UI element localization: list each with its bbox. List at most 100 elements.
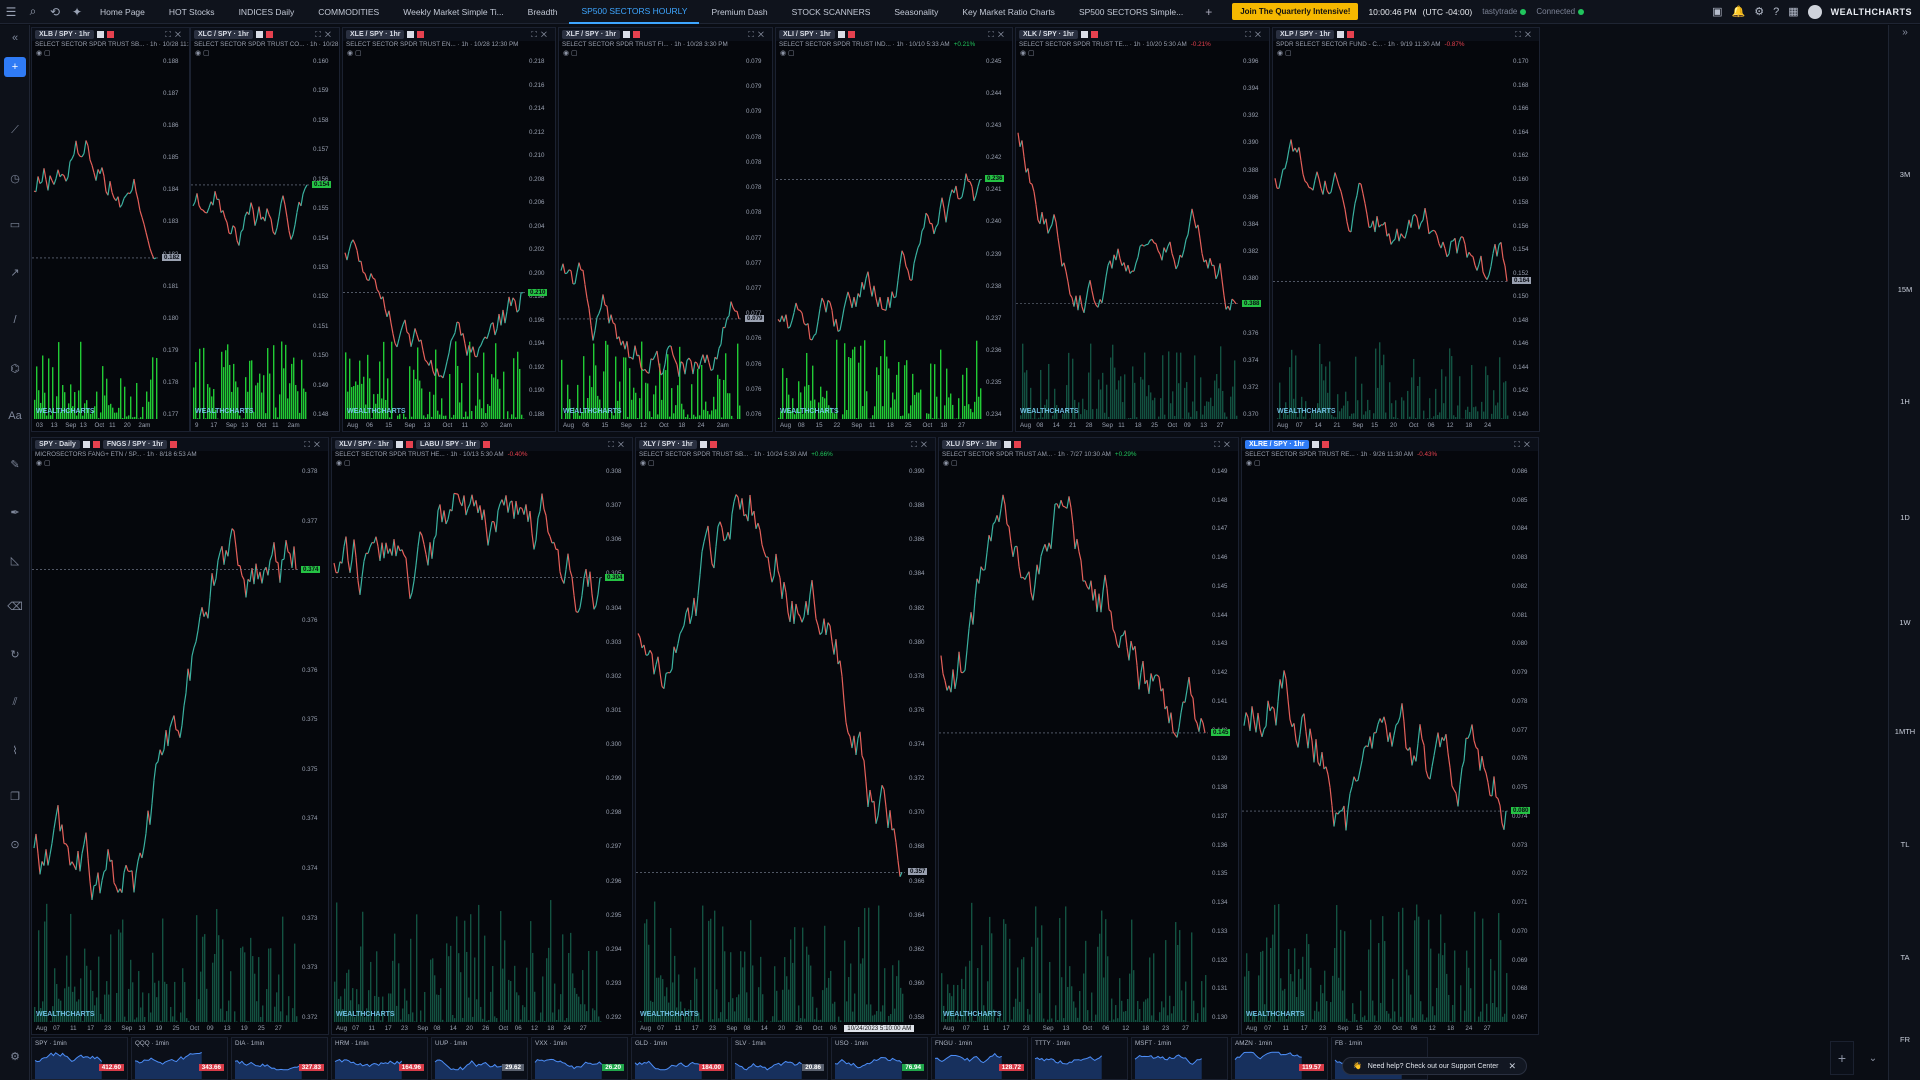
close-icon[interactable]: ✕ bbox=[1508, 1061, 1516, 1072]
chart-pane[interactable]: XLV / SPY · 1hr LABU / SPY · 1hr ⛶✕ SELECT … bbox=[331, 437, 633, 1035]
volume-bar bbox=[419, 380, 421, 419]
calendar-tool-icon[interactable]: ▭ bbox=[0, 213, 30, 235]
add-card-button[interactable]: + bbox=[1830, 1041, 1854, 1075]
price-plot[interactable] bbox=[332, 438, 633, 1035]
watchlist-card[interactable]: MSFT · 1min bbox=[1131, 1037, 1228, 1080]
rotate-tool-icon[interactable]: ↻ bbox=[0, 643, 30, 665]
tab-sp500-sectors-simple[interactable]: SP500 SECTORS Simple... bbox=[1067, 0, 1195, 24]
tab-premium-dash[interactable]: Premium Dash bbox=[699, 0, 779, 24]
grid-icon[interactable]: ▦ bbox=[1788, 5, 1798, 18]
timeframe-fr[interactable]: FR bbox=[1889, 1035, 1920, 1044]
price-segment bbox=[1180, 701, 1184, 714]
price-plot[interactable] bbox=[1242, 438, 1539, 1035]
price-plot[interactable] bbox=[559, 28, 773, 432]
copy-tool-icon[interactable]: ❐ bbox=[0, 785, 30, 807]
chart-pane[interactable]: XLRE / SPY · 1hr ⛶✕ SELECT SECTOR SPDR TRU… bbox=[1241, 437, 1539, 1035]
chart-pane[interactable]: XLY / SPY · 1hr ⛶✕ SELECT SECTOR SPDR TRUS… bbox=[635, 437, 936, 1035]
volume-bar bbox=[1216, 374, 1218, 419]
layout-icon[interactable]: ▣ bbox=[1712, 5, 1722, 18]
settings-tool-icon[interactable]: ⚙ bbox=[0, 1045, 30, 1067]
shape-tool-icon[interactable]: ⌬ bbox=[0, 357, 30, 379]
tab-sp500-sectors-hourly[interactable]: SP500 SECTORS HOURLY bbox=[569, 0, 700, 24]
eraser-tool-icon[interactable]: ⌫ bbox=[0, 595, 30, 617]
tab-indices-daily[interactable]: INDICES Daily bbox=[227, 0, 307, 24]
ai-icon[interactable]: ✦ bbox=[66, 0, 88, 24]
tab-key-market-ratio-charts[interactable]: Key Market Ratio Charts bbox=[950, 0, 1067, 24]
watchlist-card[interactable]: VXX · 1min 26.20 bbox=[531, 1037, 628, 1080]
chevron-down-icon[interactable]: ⌄ bbox=[1862, 1041, 1884, 1075]
history-icon[interactable]: ⟲ bbox=[44, 0, 66, 24]
add-chart-button[interactable]: + bbox=[4, 57, 26, 77]
chart-pane[interactable]: XLE / SPY · 1hr ⛶✕ SELECT SECTOR SPDR TRUS… bbox=[342, 27, 556, 432]
trendline-tool-icon[interactable]: ⟋ bbox=[0, 119, 30, 141]
timezone[interactable]: (UTC -04:00) bbox=[1423, 7, 1473, 17]
chart-pane[interactable]: XLU / SPY · 1hr ⛶✕ SELECT SECTOR SPDR TRUS… bbox=[938, 437, 1239, 1035]
line-tool-icon[interactable]: / bbox=[0, 309, 30, 331]
collapse-icon[interactable]: « bbox=[0, 27, 30, 49]
add-tab-button[interactable]: + bbox=[1195, 5, 1222, 19]
text-tool-icon[interactable]: Aa bbox=[0, 405, 30, 427]
watchlist-card[interactable]: TTTY · 1min bbox=[1031, 1037, 1128, 1080]
magnet-tool-icon[interactable]: ⊙ bbox=[0, 833, 30, 855]
watchlist-card[interactable]: SLV · 1min 20.86 bbox=[731, 1037, 828, 1080]
price-plot[interactable] bbox=[1273, 28, 1540, 432]
broker-status[interactable]: tastytrade bbox=[1482, 7, 1527, 16]
clock-tool-icon[interactable]: ◷ bbox=[0, 167, 30, 189]
timeframe-ta[interactable]: TA bbox=[1889, 953, 1920, 962]
bell-icon[interactable]: 🔔 bbox=[1732, 5, 1746, 18]
watchlist-card[interactable]: DIA · 1min 327.83 bbox=[231, 1037, 328, 1080]
tab-breadth[interactable]: Breadth bbox=[516, 0, 570, 24]
price-segment bbox=[221, 546, 225, 565]
watchlist-card[interactable]: HRM · 1min 164.96 bbox=[331, 1037, 428, 1080]
watchlist-card[interactable]: GLD · 1min 184.00 bbox=[631, 1037, 728, 1080]
chart-tool-icon[interactable]: ⫽ bbox=[0, 691, 30, 713]
price-plot[interactable] bbox=[636, 438, 936, 1035]
chart-pane[interactable]: XLI / SPY · 1hr ⛶✕ SELECT SECTOR SPDR TRUS… bbox=[775, 27, 1013, 432]
tab-hot-stocks[interactable]: HOT Stocks bbox=[157, 0, 227, 24]
price-plot[interactable] bbox=[343, 28, 556, 432]
tab-seasonality[interactable]: Seasonality bbox=[882, 0, 950, 24]
chart-pane[interactable]: XLB / SPY · 1hr ⛶✕ SELECT SECTOR SPDR TRUS… bbox=[31, 27, 190, 432]
ruler-tool-icon[interactable]: ◺ bbox=[0, 549, 30, 571]
watchlist-card[interactable]: UUP · 1min 29.62 bbox=[431, 1037, 528, 1080]
chart-pane[interactable]: XLP / SPY · 1hr ⛶✕ SPDR SELECT SECTOR FUND… bbox=[1272, 27, 1540, 432]
price-plot[interactable] bbox=[939, 438, 1239, 1035]
tab-home-page[interactable]: Home Page bbox=[88, 0, 157, 24]
ray-tool-icon[interactable]: ↗ bbox=[0, 261, 30, 283]
help-icon[interactable]: ? bbox=[1773, 6, 1779, 18]
timeframe-1d[interactable]: 1D bbox=[1889, 513, 1920, 522]
timeframe-tl[interactable]: TL bbox=[1889, 840, 1920, 849]
pen-tool-icon[interactable]: ✒ bbox=[0, 501, 30, 523]
support-toast[interactable]: 👋 Need help? Check out our Support Cente… bbox=[1342, 1057, 1528, 1075]
price-plot[interactable] bbox=[776, 28, 1013, 432]
timeframe-15m[interactable]: 15M bbox=[1889, 285, 1920, 294]
chart-pane[interactable]: XLK / SPY · 1hr ⛶✕ SELECT SECTOR SPDR TRUS… bbox=[1015, 27, 1270, 432]
watchlist-card[interactable]: SPY · 1min 412.60 bbox=[31, 1037, 128, 1080]
price-plot[interactable] bbox=[32, 28, 190, 432]
expand-icon[interactable]: » bbox=[1889, 27, 1920, 38]
timeframe-1h[interactable]: 1H bbox=[1889, 397, 1920, 406]
pattern-tool-icon[interactable]: ⌇ bbox=[0, 739, 30, 761]
chart-pane[interactable]: XLC / SPY · 1hr ⛶✕ SELECT SECTOR SPDR TRUS… bbox=[190, 27, 340, 432]
timeframe-3m[interactable]: 3M bbox=[1889, 170, 1920, 179]
tab-commodities[interactable]: COMMODITIES bbox=[306, 0, 391, 24]
gear-icon[interactable]: ⚙ bbox=[1754, 5, 1764, 18]
brush-tool-icon[interactable]: ✎ bbox=[0, 453, 30, 475]
watchlist-card[interactable]: QQQ · 1min 343.66 bbox=[131, 1037, 228, 1080]
watchlist-card[interactable]: AMZN · 1min 119.57 bbox=[1231, 1037, 1328, 1080]
volume-bar bbox=[1441, 369, 1443, 419]
watchlist-card[interactable]: USO · 1min 76.94 bbox=[831, 1037, 928, 1080]
price-plot[interactable] bbox=[32, 438, 329, 1035]
timeframe-1w[interactable]: 1W bbox=[1889, 618, 1920, 627]
timeframe-1mth[interactable]: 1MTH bbox=[1889, 727, 1920, 736]
chart-pane[interactable]: XLF / SPY · 1hr ⛶✕ SELECT SECTOR SPDR TRUS… bbox=[558, 27, 773, 432]
promo-button[interactable]: Join The Quarterly Intensive! bbox=[1232, 3, 1359, 20]
avatar[interactable] bbox=[1807, 4, 1822, 19]
search-icon[interactable]: ⌕ bbox=[22, 0, 44, 24]
chart-pane[interactable]: SPY · Daily FNGS / SPY · 1hr ⛶✕ MICROSECTOR… bbox=[31, 437, 329, 1035]
price-plot[interactable] bbox=[1016, 28, 1270, 432]
tab-weekly-market-simple-ti[interactable]: Weekly Market Simple Ti... bbox=[391, 0, 515, 24]
hamburger-menu-icon[interactable]: ☰ bbox=[0, 0, 22, 24]
watchlist-card[interactable]: FNGU · 1min 128.72 bbox=[931, 1037, 1028, 1080]
tab-stock-scanners[interactable]: STOCK SCANNERS bbox=[780, 0, 883, 24]
